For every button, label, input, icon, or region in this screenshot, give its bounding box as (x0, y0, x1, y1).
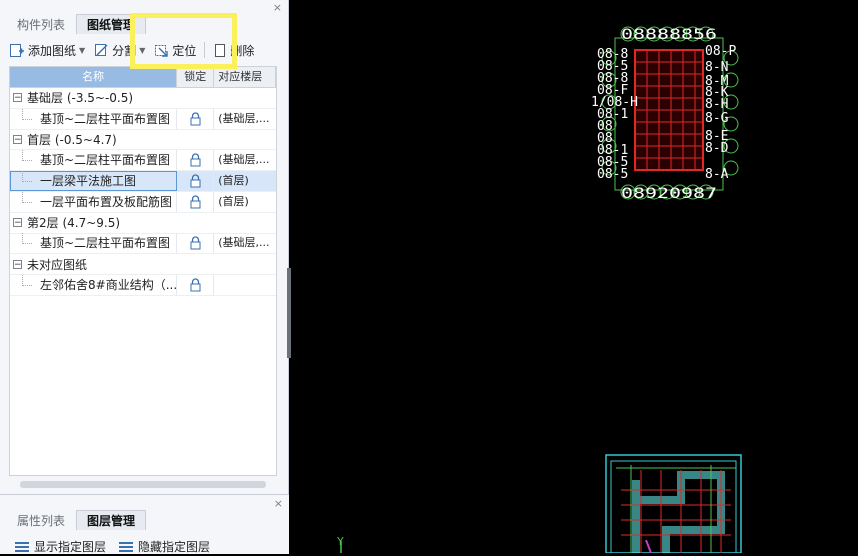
axis-y-label: Y (336, 535, 344, 548)
column-header-lock[interactable]: 锁定 (177, 67, 215, 87)
axis-label-right: 8-A (705, 167, 729, 182)
table-row[interactable]: 基顶~二层柱平面布置图 (基础层,... (10, 150, 276, 172)
collapse-icon[interactable]: − (13, 218, 22, 228)
hide-layer-button[interactable]: 隐藏指定图层 (118, 538, 210, 555)
plan-drawing-bottom (605, 454, 742, 554)
axis-label-right: 8-H (705, 97, 728, 112)
table-row[interactable]: 一层平面布置及板配筋图 (首层) (10, 191, 276, 213)
top-tabs: 构件列表 图纸管理 (6, 14, 147, 34)
add-drawing-label: 添加图纸 (28, 43, 77, 58)
drawing-name: 一层平面布置及板配筋图 (10, 191, 178, 212)
floor-cell: (基础层,... (218, 236, 270, 250)
left-panel: × 构件列表 图纸管理 添加图纸 ▼ 分割 ▼ 定位 删除 名称 锁定 对应楼层 (0, 0, 289, 554)
lock-icon[interactable] (177, 275, 215, 296)
drawing-name: 基顶~二层柱平面布置图 (10, 150, 178, 171)
group-label: 未对应图纸 (27, 257, 88, 272)
drawing-name: 左邻佑舍8#商业结构（... (10, 275, 178, 296)
collapse-icon[interactable]: − (13, 134, 22, 144)
lock-icon[interactable] (177, 171, 215, 192)
drawing-name: 一层梁平法施工图 (10, 171, 178, 192)
column-header-floor[interactable]: 对应楼层 (214, 67, 276, 87)
axis-labels-top: 08888856 (621, 27, 717, 43)
hide-layer-label: 隐藏指定图层 (138, 540, 211, 554)
close-icon[interactable]: × (273, 2, 282, 14)
lock-icon[interactable] (177, 150, 215, 171)
collapse-icon[interactable]: − (13, 259, 22, 269)
drawing-table: 名称 锁定 对应楼层 − 基础层 (-3.5~-0.5) 基顶~二层柱平面布置图… (9, 66, 277, 476)
table-row[interactable]: 基顶~二层柱平面布置图 (基础层,... (10, 233, 276, 255)
highlight-box (130, 13, 237, 69)
tab-properties[interactable]: 属性列表 (6, 510, 76, 530)
bottom-panel: × 属性列表 图层管理 显示指定图层 隐藏指定图层 (0, 494, 289, 554)
plan-drawing-top: 08888856 08920987 08-8 08-5 08-8 08-F 1/… (591, 26, 739, 202)
group-label: 首层 (-0.5~4.7) (27, 132, 117, 147)
axis-label-right: 08-P (705, 44, 736, 59)
axis-label-right: 8-N (705, 60, 728, 75)
group-label: 基础层 (-3.5~-0.5) (27, 91, 134, 106)
floor-cell: (首层) (218, 174, 249, 188)
column-header-name[interactable]: 名称 (10, 67, 178, 87)
lock-icon[interactable] (177, 108, 215, 129)
table-row[interactable]: 左邻佑舍8#商业结构（... (10, 275, 276, 296)
group-row[interactable]: − 未对应图纸 (10, 254, 276, 276)
group-row[interactable]: − 第2层 (4.7~9.5) (10, 213, 276, 234)
ucs-axis-icon: Y (336, 535, 344, 553)
drawing-name: 基顶~二层柱平面布置图 (10, 233, 178, 254)
floor-cell: (基础层,... (218, 153, 270, 167)
bottom-tabs: 属性列表 图层管理 (6, 510, 147, 530)
table-header: 名称 锁定 对应楼层 (10, 67, 276, 88)
axis-label-right: 8-D (705, 141, 729, 156)
drawing-name: 基顶~二层柱平面布置图 (10, 108, 178, 129)
collapse-icon[interactable]: − (13, 93, 22, 103)
split-icon (95, 44, 108, 56)
floor-cell: (首层) (218, 194, 249, 208)
tab-component-list[interactable]: 构件列表 (6, 14, 76, 34)
show-layer-button[interactable]: 显示指定图层 (14, 538, 106, 555)
group-row[interactable]: − 首层 (-0.5~4.7) (10, 130, 276, 151)
axis-label-left: 08-5 (597, 167, 628, 182)
floor-cell (214, 275, 276, 295)
drawing-svg: 08888856 08920987 08-8 08-5 08-8 08-F 1/… (336, 26, 742, 554)
group-row[interactable]: − 基础层 (-3.5~-0.5) (10, 88, 276, 109)
axis-labels-bottom: 08920987 (621, 186, 717, 202)
add-drawing-button[interactable]: 添加图纸 ▼ (6, 39, 88, 61)
group-label: 第2层 (4.7~9.5) (27, 216, 121, 231)
axis-label-right: 8-G (705, 111, 729, 126)
layers-icon (15, 541, 29, 552)
lock-icon[interactable] (177, 233, 215, 254)
table-row[interactable]: 基顶~二层柱平面布置图 (基础层,... (10, 108, 276, 130)
tab-layer-management[interactable]: 图层管理 (76, 510, 147, 530)
lock-icon[interactable] (177, 191, 215, 212)
floor-cell: (基础层,... (218, 111, 270, 125)
horizontal-scrollbar[interactable] (20, 481, 266, 488)
close-icon[interactable]: × (274, 498, 283, 510)
chevron-down-icon[interactable]: ▼ (79, 46, 85, 55)
table-row-selected[interactable]: 一层梁平法施工图 (首层) (10, 171, 276, 192)
layers-icon (119, 541, 133, 552)
show-layer-label: 显示指定图层 (34, 540, 107, 554)
add-drawing-icon (10, 44, 24, 57)
cad-canvas[interactable]: 08888856 08920987 08-8 08-5 08-8 08-F 1/… (291, 0, 858, 554)
